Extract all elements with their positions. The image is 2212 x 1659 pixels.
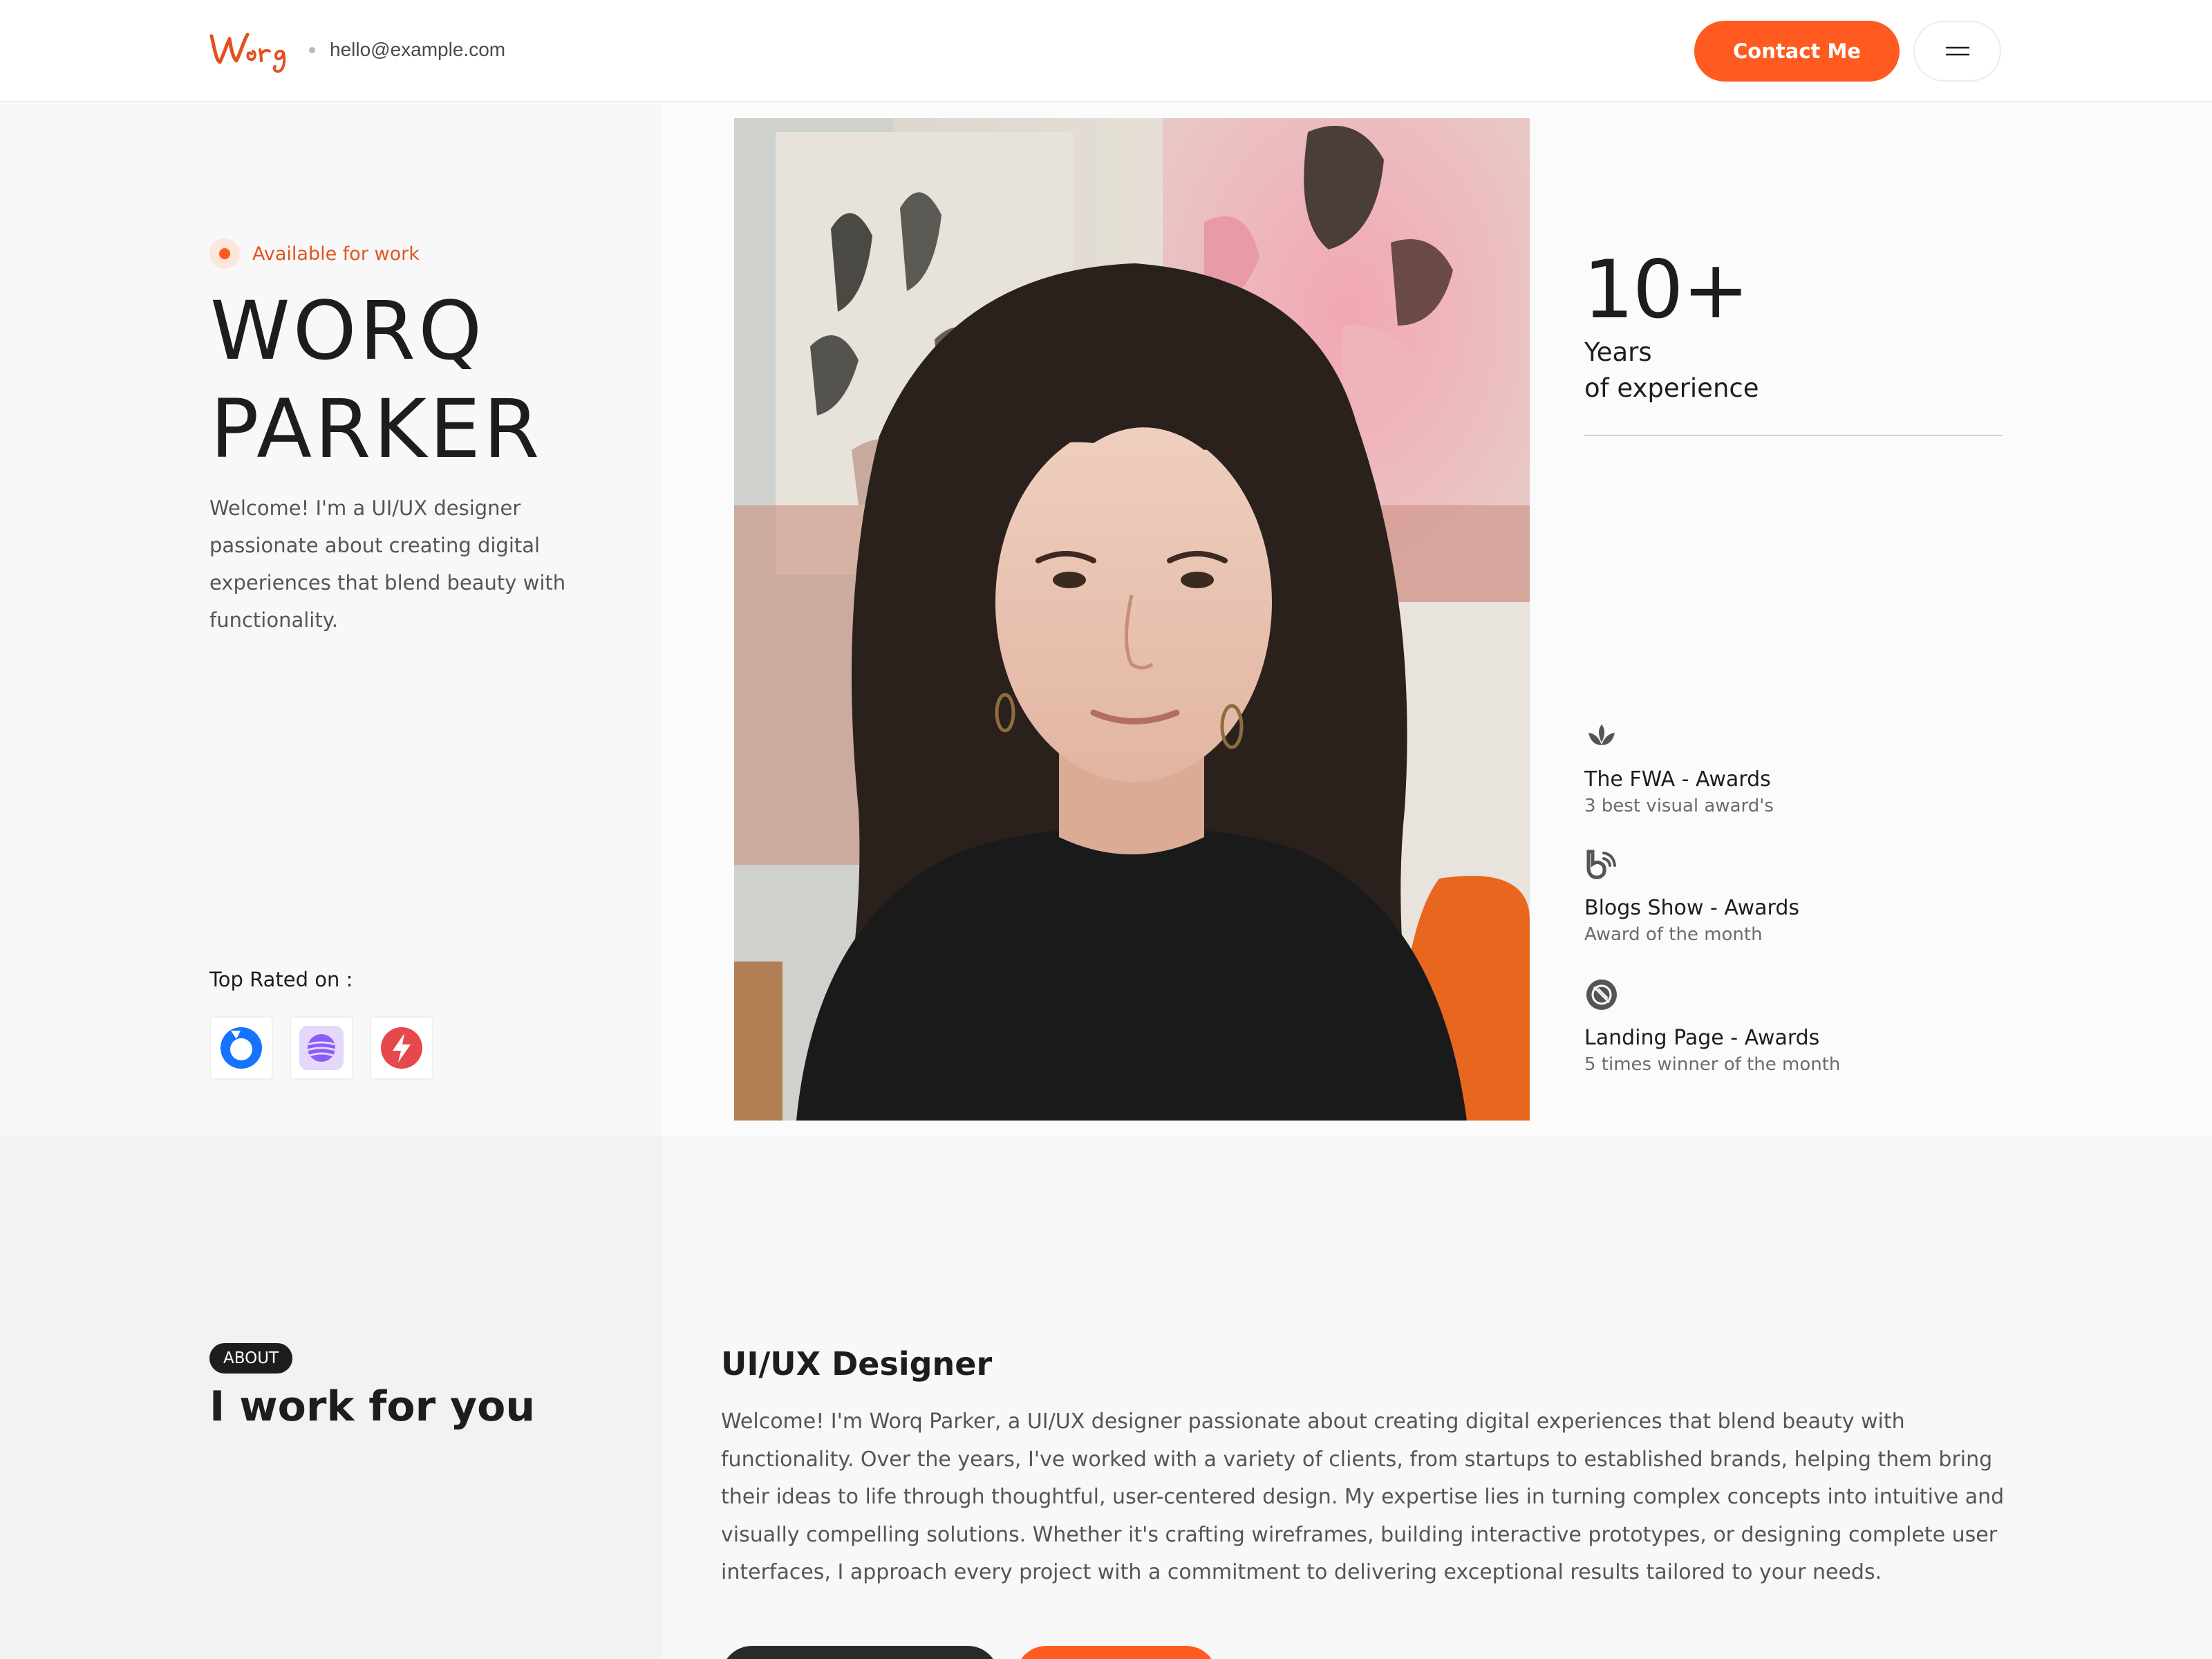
award-title: Landing Page - Awards <box>1584 1026 1820 1050</box>
award-title: The FWA - Awards <box>1584 767 1771 791</box>
hamburger-icon <box>1945 46 1969 56</box>
award-item-blogs-show: Blogs Show - Awards Award of the month <box>1584 847 1999 947</box>
landing-badge-icon <box>1586 980 1617 1010</box>
hero-description: Welcome! I'm a UI/UX designer passionate… <box>209 496 566 632</box>
award-subtitle: Award of the month <box>1584 924 1763 945</box>
contact-me-button[interactable]: Contact Me <box>1694 21 1900 82</box>
about-role-heading: UI/UX Designer <box>721 1345 993 1382</box>
experience-label-line2: of experience <box>1584 373 1759 403</box>
hero-name: WORQ PARKER <box>210 282 542 478</box>
stat-divider <box>1584 435 2002 436</box>
award-item-fwa: The FWA - Awards 3 best visual award's <box>1584 719 1999 818</box>
award-item-landing-page: Landing Page - Awards 5 times winner of … <box>1584 977 1999 1077</box>
top-rated-platforms <box>209 1016 433 1080</box>
menu-button[interactable] <box>1913 21 2001 82</box>
about-description: Welcome! I'm Worq Parker, a UI/UX design… <box>721 1409 2005 1584</box>
about-primary-button[interactable] <box>721 1646 999 1659</box>
hero-name-first: WORQ <box>210 283 485 378</box>
award-title: Blogs Show - Awards <box>1584 896 1800 920</box>
worq-logo[interactable] <box>207 26 297 75</box>
about-title: I work for you <box>209 1382 536 1431</box>
hero-name-last: PARKER <box>210 382 543 476</box>
about-secondary-button[interactable] <box>1015 1646 1217 1659</box>
award-subtitle: 3 best visual award's <box>1584 796 1774 816</box>
portrait-photo <box>734 118 1530 1121</box>
red-bolt-icon <box>381 1027 422 1069</box>
site-header: hello@example.com Contact Me <box>0 0 2212 102</box>
lotus-icon <box>1588 724 1615 745</box>
platform-link-red[interactable] <box>370 1016 433 1080</box>
blue-ring-icon <box>221 1027 262 1069</box>
header-email-link[interactable]: hello@example.com <box>330 36 505 64</box>
experience-label: Years of experience <box>1584 335 1861 406</box>
award-subtitle: 5 times winner of the month <box>1584 1054 1841 1075</box>
status-dot-icon <box>209 238 240 269</box>
experience-label-line1: Years <box>1584 337 1652 367</box>
top-rated-label: Top Rated on : <box>209 968 353 991</box>
blog-b-icon <box>1586 850 1616 879</box>
about-badge: ABOUT <box>209 1343 293 1374</box>
header-separator-dot <box>309 47 315 53</box>
platform-link-blue[interactable] <box>209 1016 273 1080</box>
platform-link-purple[interactable] <box>290 1016 353 1080</box>
availability-label: Available for work <box>252 243 420 265</box>
availability-status: Available for work <box>209 238 420 270</box>
experience-years-number: 10+ <box>1583 243 1750 337</box>
purple-sphere-icon <box>299 1026 344 1070</box>
